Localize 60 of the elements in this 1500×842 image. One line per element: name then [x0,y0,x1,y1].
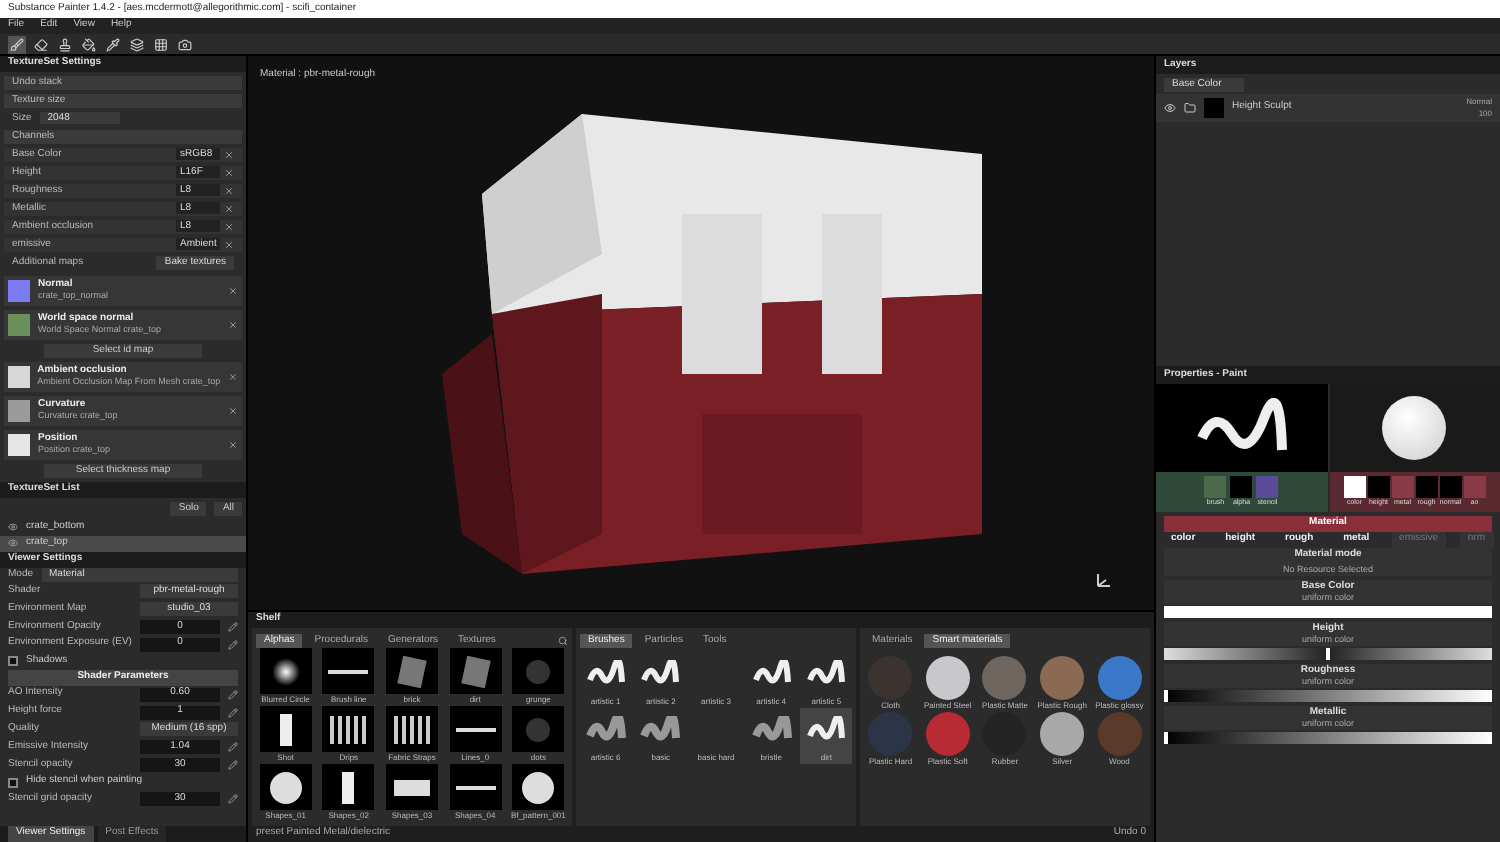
alpha-thumbnail[interactable] [259,648,312,695]
eraser-tool-icon[interactable] [32,35,50,53]
edit-icon[interactable] [228,794,238,805]
alpha-thumbnail[interactable] [385,764,438,811]
alpha-thumbnail[interactable] [449,648,502,695]
layers-tool-icon[interactable] [128,35,146,53]
edit-icon[interactable] [228,742,238,753]
alpha-thumbnail[interactable] [512,648,565,695]
slot-thumbnail[interactable] [1391,476,1414,498]
value-slider[interactable] [1164,732,1492,745]
grid-tool-icon[interactable] [152,35,170,53]
brush-stroke-icon [751,660,792,689]
slot-thumbnail[interactable] [1439,476,1462,498]
brush-tool-icon[interactable] [8,35,26,53]
slot-thumbnail[interactable] [1230,476,1253,498]
camera-tool-icon[interactable] [176,35,194,53]
alpha-thumbnail[interactable] [512,764,565,811]
slot-thumbnail[interactable] [1415,476,1438,498]
alpha-thumbnail[interactable] [385,706,438,753]
alpha-thumbnail[interactable] [322,706,375,753]
brush-stroke-icon [585,660,626,689]
edit-icon[interactable] [228,621,238,632]
folder-icon [1184,102,1196,114]
color-swatch[interactable] [1164,606,1492,619]
alpha-thumbnail[interactable] [385,648,438,695]
edit-icon[interactable] [228,759,238,770]
clear-icon[interactable] [228,371,238,382]
slot-thumbnail[interactable] [1463,476,1486,498]
picker-tool-icon[interactable] [104,35,122,53]
brush-stroke-icon [806,716,847,745]
brush-stroke-icon [640,660,681,689]
visibility-icon[interactable] [1164,102,1176,114]
slot-thumbnail[interactable] [1343,476,1366,498]
checkbox[interactable] [8,777,18,788]
alpha-thumbnail[interactable] [512,706,565,753]
alpha-thumbnail[interactable] [322,648,375,695]
slot-thumbnail[interactable] [1204,476,1227,498]
search-icon[interactable] [558,635,568,646]
checkbox[interactable] [8,656,18,667]
slot-thumbnail[interactable] [1256,476,1279,498]
slot-thumbnail[interactable] [1367,476,1390,498]
eye-icon[interactable] [8,522,18,533]
edit-icon[interactable] [228,707,238,718]
value-slider[interactable] [1164,648,1492,661]
alpha-thumbnail[interactable] [322,764,375,811]
alpha-thumbnail[interactable] [259,764,312,811]
brush-stroke-icon [806,660,847,689]
alpha-thumbnail[interactable] [449,706,502,753]
edit-icon[interactable] [228,689,238,700]
brush-stroke-icon [640,716,681,745]
alpha-thumbnail[interactable] [449,764,502,811]
edit-icon[interactable] [228,639,238,650]
axis-gizmo-icon [1094,570,1114,590]
brush-stroke-icon [585,716,626,745]
alpha-thumbnail[interactable] [259,706,312,753]
value-slider[interactable] [1164,690,1492,703]
brush-stroke-icon [751,716,792,745]
fill-tool-icon[interactable] [80,35,98,53]
layer-thumbnail [1204,98,1224,118]
eye-icon[interactable] [8,538,18,549]
